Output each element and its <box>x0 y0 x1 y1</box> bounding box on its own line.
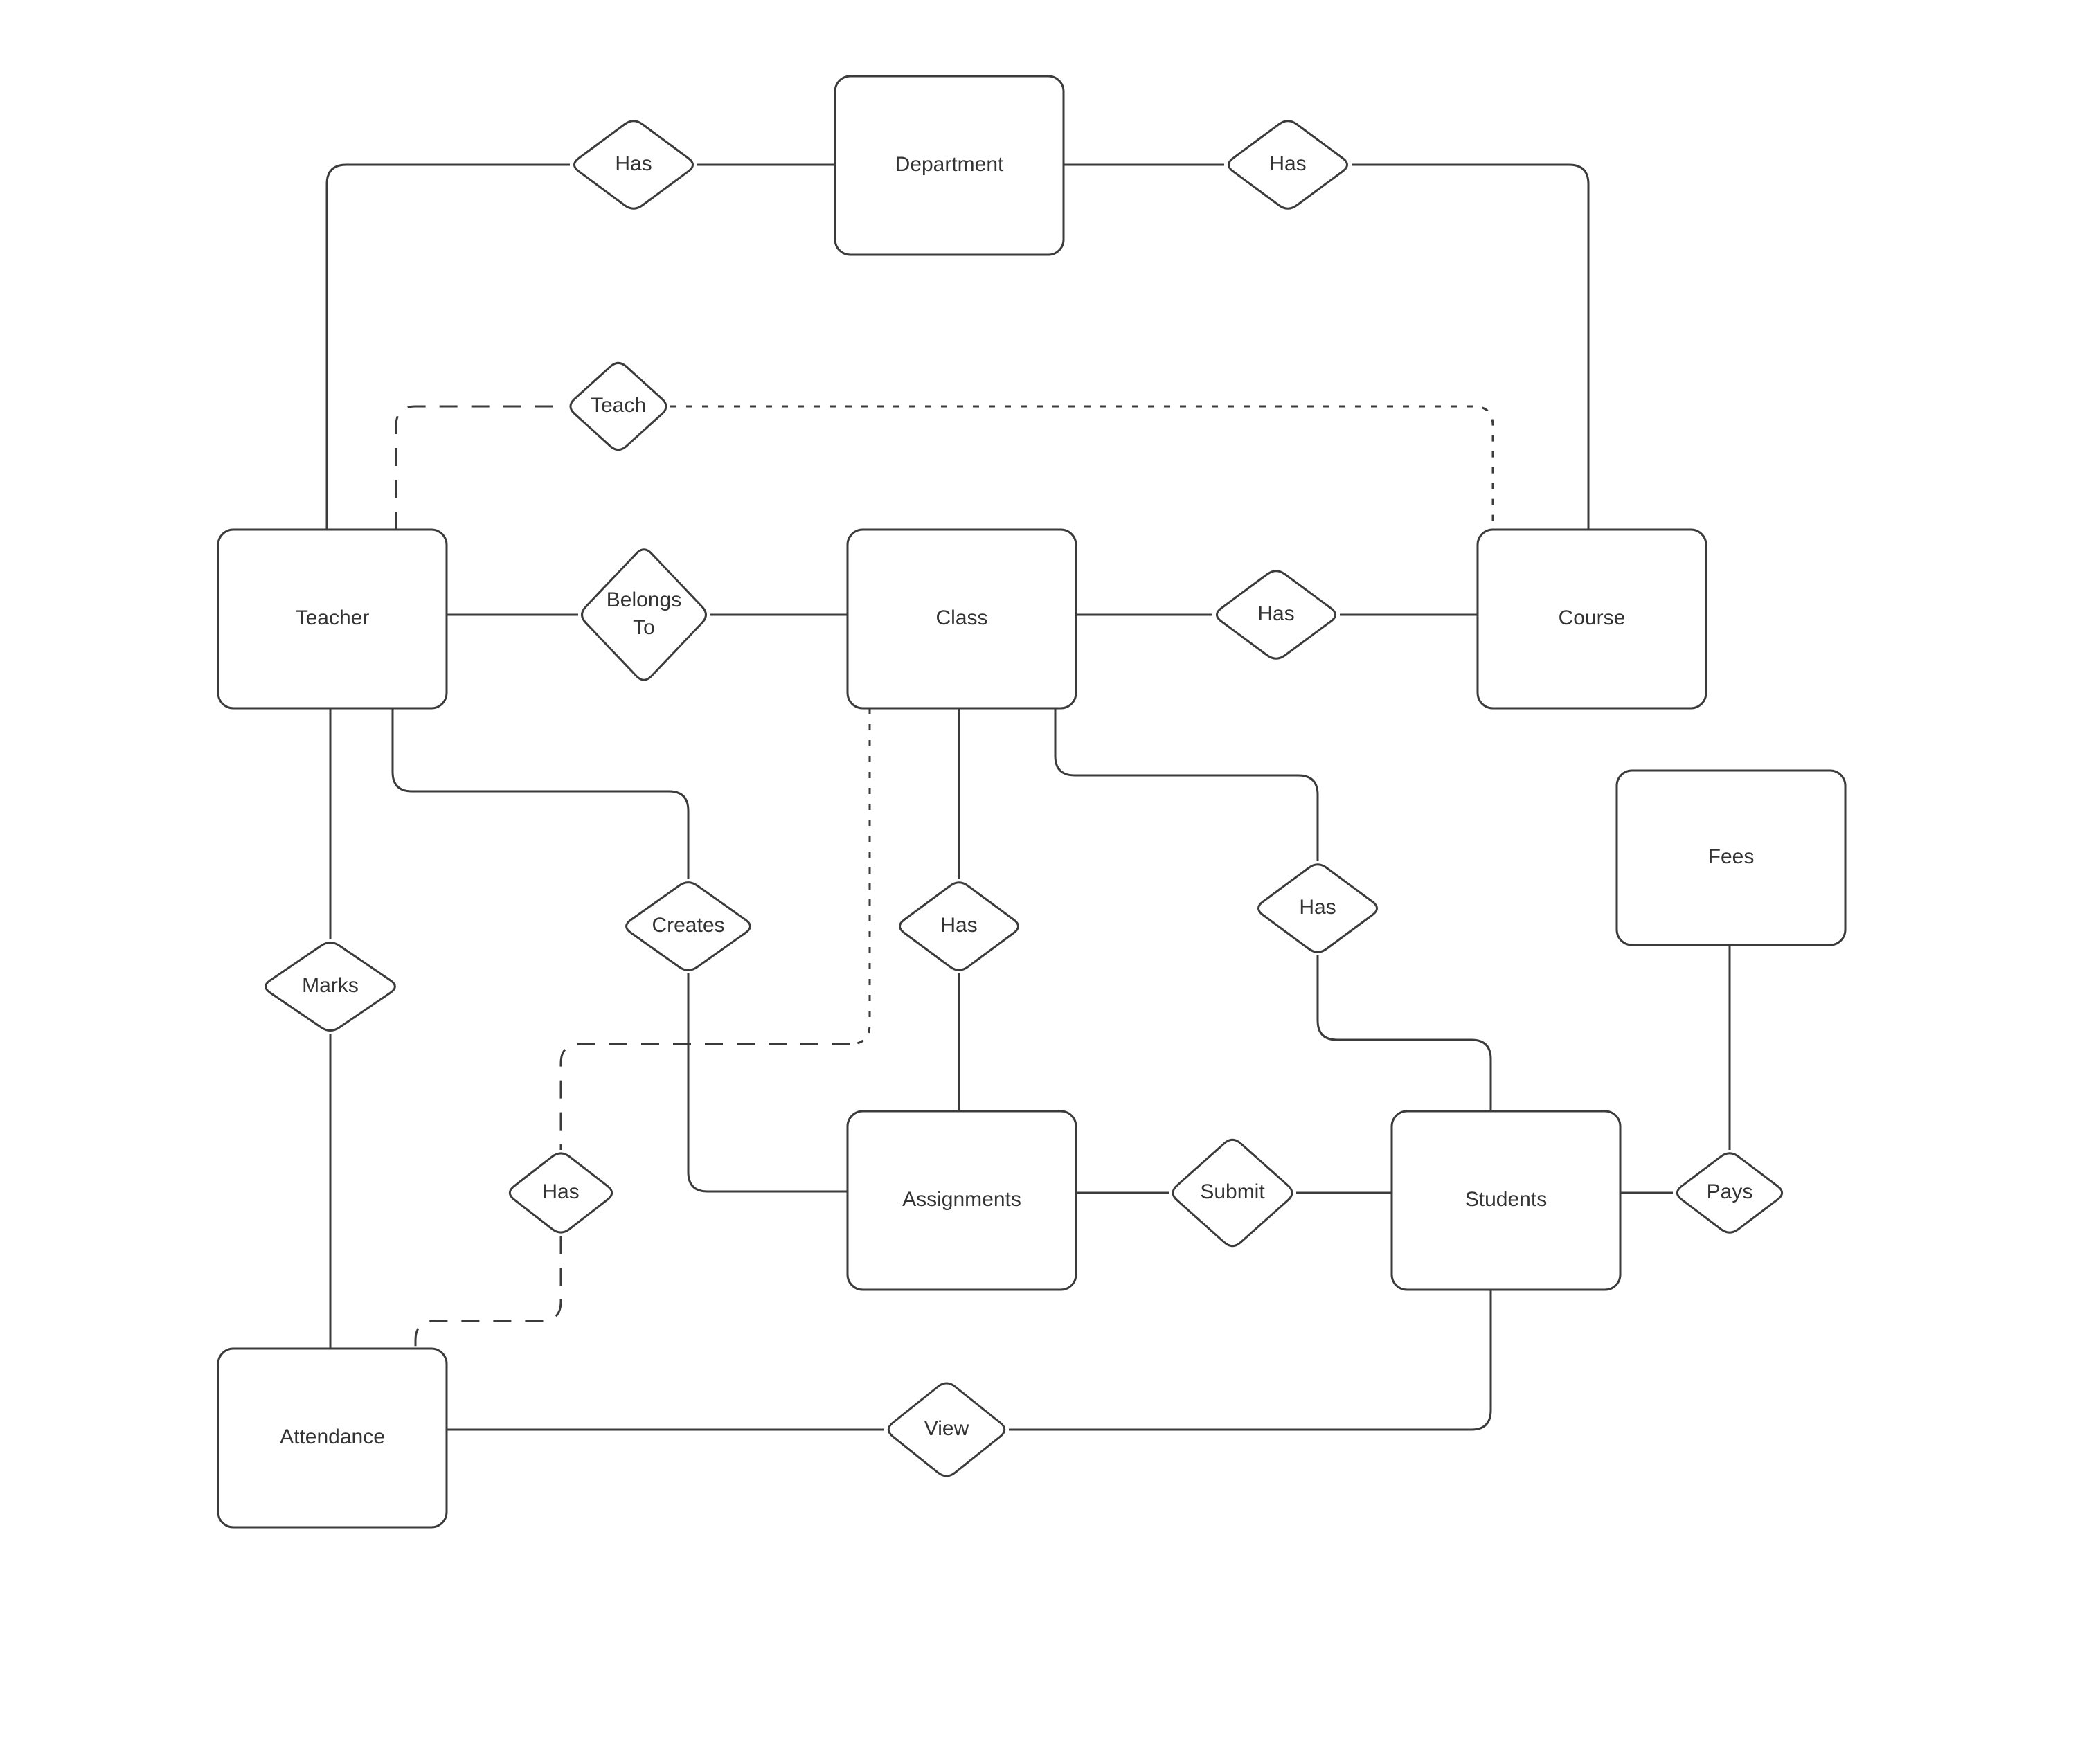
relationship-label: Has <box>542 1180 579 1203</box>
relationship-label: Creates <box>652 914 724 937</box>
entity-department[interactable]: Department <box>834 75 1065 256</box>
entity-assignments[interactable]: Assignments <box>846 1110 1077 1291</box>
relationship-teacher-belongs-class[interactable]: Belongs To <box>581 548 707 681</box>
relationship-label: Teach <box>591 394 646 417</box>
relationship-teacher-marks[interactable]: Marks <box>265 942 396 1032</box>
connection-line <box>670 405 1494 530</box>
relationship-label: Marks <box>302 974 359 997</box>
er-diagram-canvas: Department Teacher Class Course Fees Assignme… <box>0 0 2080 1764</box>
entity-label: Course <box>1559 606 1626 629</box>
relationship-attendance-view[interactable]: View <box>887 1382 1006 1477</box>
connection-line <box>1054 708 1319 861</box>
entity-label: Attendance <box>280 1425 385 1448</box>
relationship-dept-has-course[interactable]: Has <box>1227 120 1349 210</box>
entity-course[interactable]: Course <box>1476 528 1707 710</box>
relationship-class-has-course[interactable]: Has <box>1215 570 1337 660</box>
connection-line <box>414 1236 562 1349</box>
entities-layer: Department Teacher Class Course Fees Assignme… <box>217 75 1847 1529</box>
relationship-dept-has-teacher[interactable]: Has <box>573 120 694 210</box>
entity-attendance[interactable]: Attendance <box>217 1347 448 1529</box>
entity-label: Department <box>895 153 1004 176</box>
relationship-label: Has <box>940 914 977 937</box>
connection-line <box>1316 955 1492 1111</box>
entity-label: Students <box>1465 1188 1547 1211</box>
connection-line <box>1352 163 1590 530</box>
relationship-class-has-assign[interactable]: Has <box>898 881 1020 971</box>
connection-line <box>395 405 566 530</box>
relationship-label: Has <box>615 152 652 175</box>
relationship-label: Has <box>1257 602 1294 625</box>
entity-class[interactable]: Class <box>846 528 1077 710</box>
relationship-teacher-creates[interactable]: Creates <box>625 881 751 971</box>
connection-line <box>391 708 690 879</box>
relationship-label: Belongs <box>607 588 681 611</box>
connection-line <box>850 708 871 1045</box>
relationship-teacher-teach-course[interactable]: Teach <box>569 361 667 451</box>
entity-teacher[interactable]: Teacher <box>217 528 448 710</box>
relationship-label: Has <box>1269 152 1306 175</box>
relationship-class-has-students[interactable]: Has <box>1257 863 1379 953</box>
relationship-label: Submit <box>1200 1180 1265 1203</box>
entity-label: Fees <box>1708 845 1755 868</box>
entity-fees[interactable]: Fees <box>1615 769 1847 946</box>
relationship-diamond[interactable] <box>581 548 707 681</box>
connection-line <box>687 973 848 1193</box>
relationship-attendance-has[interactable]: Has <box>508 1152 613 1234</box>
relationship-label: Has <box>1299 896 1336 919</box>
er-diagram-svg: Department Teacher Class Course Fees Assignme… <box>217 75 1847 1529</box>
entity-label: Teacher <box>296 606 370 629</box>
relationship-label: To <box>633 616 655 639</box>
entity-students[interactable]: Students <box>1390 1110 1622 1291</box>
relationship-label: View <box>924 1417 969 1440</box>
relationship-label: Pays <box>1707 1180 1753 1203</box>
entity-label: Class <box>935 606 987 629</box>
relationship-assign-submit[interactable]: Submit <box>1172 1138 1293 1248</box>
connection-line <box>1009 1290 1492 1431</box>
connection-line <box>325 163 570 530</box>
entity-label: Assignments <box>902 1188 1021 1211</box>
connection-line <box>559 1043 850 1150</box>
relationship-students-pays-fees[interactable]: Pays <box>1676 1152 1784 1234</box>
